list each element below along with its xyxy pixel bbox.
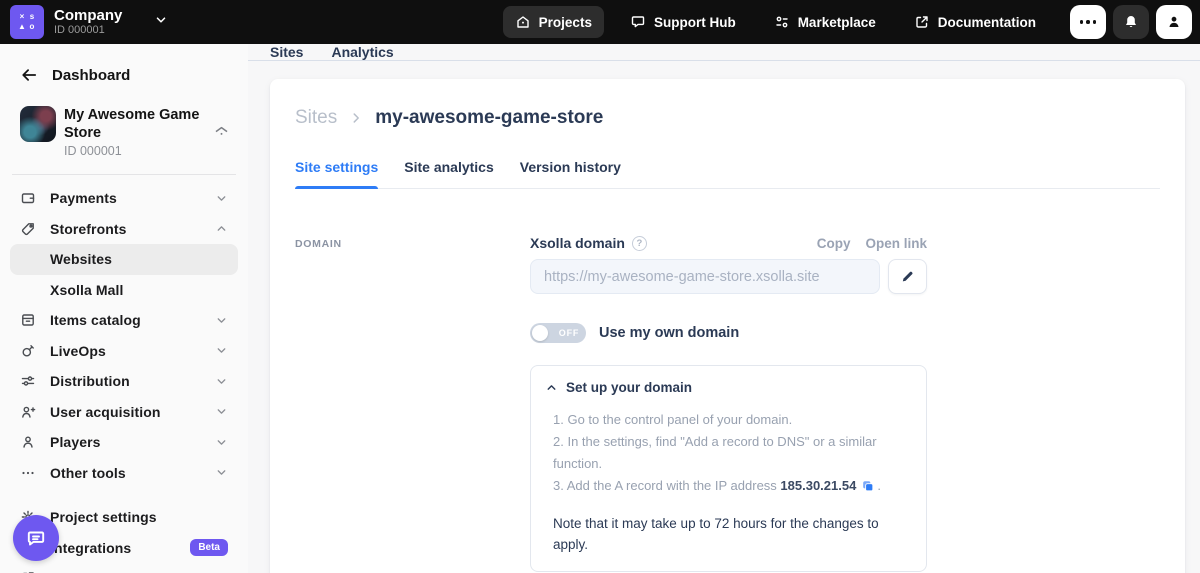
project-tile[interactable]: My Awesome Game Store ID 000001 <box>0 92 248 164</box>
setup-step-3: 3. Add the A record with the IP address … <box>553 475 914 497</box>
site-tabs: Site settings Site analytics Version his… <box>295 159 1160 189</box>
site-settings-card: Sites my-awesome-game-store Site setting… <box>270 79 1185 573</box>
copy-ip-icon[interactable] <box>861 479 875 493</box>
edit-domain-button[interactable] <box>888 259 927 294</box>
ellipsis-icon <box>20 465 36 481</box>
xsolla-logo-icon: ×s▲o <box>10 5 44 39</box>
company-id: ID 000001 <box>54 24 122 37</box>
setup-title: Set up your domain <box>566 380 692 395</box>
nav-marketplace[interactable]: Marketplace <box>762 6 888 38</box>
setup-domain-accordion: Set up your domain 1. Go to the control … <box>530 365 927 572</box>
help-icon[interactable]: ? <box>632 236 647 251</box>
own-domain-toggle[interactable]: OFF <box>530 323 586 343</box>
nav-documentation[interactable]: Documentation <box>902 6 1048 38</box>
domain-section-label: DOMAIN <box>295 235 530 572</box>
tag-icon <box>20 221 36 237</box>
project-name: My Awesome Game Store <box>64 106 204 142</box>
sidebar-item-xsolla-mall[interactable]: Xsolla Mall <box>10 275 238 306</box>
sidebar-item-items-catalog[interactable]: Items catalog <box>10 305 238 336</box>
chat-fab-button[interactable] <box>13 515 59 561</box>
back-to-dashboard[interactable]: Dashboard <box>0 44 248 92</box>
sliders-icon <box>20 373 36 389</box>
setup-step-1: 1. Go to the control panel of your domai… <box>553 409 914 431</box>
toggle-state-label: OFF <box>552 323 586 343</box>
home-icon <box>213 124 230 146</box>
topbar-actions <box>1070 5 1192 39</box>
sidebar-item-other-tools[interactable]: Other tools <box>10 458 238 489</box>
breadcrumb-sites[interactable]: Sites <box>295 107 337 129</box>
chevron-down-icon <box>215 436 228 449</box>
ellipsis-icon <box>1080 20 1084 24</box>
sidebar-item-distribution[interactable]: Distribution <box>10 366 238 397</box>
wallet-icon <box>20 190 36 206</box>
sliders-icon <box>774 14 790 30</box>
company-name: Company <box>54 7 122 24</box>
toggle-knob <box>532 325 548 341</box>
sidebar-item-sdk-for-unity[interactable]: SDK for Unity <box>10 563 238 573</box>
setup-steps: 1. Go to the control panel of your domai… <box>553 409 914 497</box>
nav-projects[interactable]: Projects <box>503 6 604 38</box>
tab-version-history[interactable]: Version history <box>520 159 621 188</box>
sidebar-item-players[interactable]: Players <box>10 427 238 458</box>
breadcrumb: Sites my-awesome-game-store <box>295 107 1160 129</box>
sidebar-item-websites[interactable]: Websites <box>10 244 238 275</box>
setup-step-2: 2. In the settings, find "Add a record t… <box>553 431 914 475</box>
tab-analytics[interactable]: Analytics <box>331 44 393 60</box>
chat-icon <box>630 14 646 30</box>
domain-section: DOMAIN Xsolla domain ? Copy Open link <box>295 235 1160 572</box>
box-icon <box>20 312 36 328</box>
chevron-down-icon <box>215 192 228 205</box>
tab-site-analytics[interactable]: Site analytics <box>404 159 494 188</box>
chevron-down-icon <box>215 466 228 479</box>
sidebar: Dashboard My Awesome Game Store ID 00000… <box>0 44 248 573</box>
xsolla-domain-label: Xsolla domain <box>530 235 625 251</box>
top-navigation: Projects Support Hub Marketplace Documen… <box>503 6 1048 38</box>
user-icon <box>1166 14 1182 30</box>
copy-link[interactable]: Copy <box>817 236 851 251</box>
more-button[interactable] <box>1070 5 1106 39</box>
setup-note: Note that it may take up to 72 hours for… <box>553 513 914 555</box>
home-icon <box>515 14 531 30</box>
project-avatar <box>20 106 56 142</box>
sidebar-divider <box>12 174 236 175</box>
chevron-right-icon <box>349 111 363 125</box>
sidebar-item-payments[interactable]: Payments <box>10 183 238 214</box>
chevron-up-icon <box>545 381 558 394</box>
breadcrumb-current: my-awesome-game-store <box>375 107 603 129</box>
open-link[interactable]: Open link <box>865 236 927 251</box>
chat-bubble-icon <box>24 526 48 550</box>
own-domain-label: Use my own domain <box>599 325 739 341</box>
arrow-left-icon <box>20 66 38 84</box>
external-link-icon <box>914 14 930 30</box>
account-button[interactable] <box>1156 5 1192 39</box>
chevron-down-icon[interactable] <box>154 13 168 32</box>
beta-badge: Beta <box>190 539 228 556</box>
company-selector[interactable]: ×s▲o Company ID 000001 <box>10 5 168 39</box>
notifications-button[interactable] <box>1113 5 1149 39</box>
nav-support-hub[interactable]: Support Hub <box>618 6 748 38</box>
topbar: ×s▲o Company ID 000001 Projects Support … <box>0 0 1200 44</box>
chevron-down-icon <box>215 314 228 327</box>
sidebar-item-user-acquisition[interactable]: User acquisition <box>10 397 238 428</box>
tab-sites[interactable]: Sites <box>270 44 303 60</box>
bell-icon <box>1123 14 1139 30</box>
chevron-down-icon <box>215 375 228 388</box>
user-icon <box>20 434 36 450</box>
pencil-icon <box>900 269 915 284</box>
chevron-up-icon <box>215 222 228 235</box>
tab-site-settings[interactable]: Site settings <box>295 159 378 188</box>
main-content: Sites Analytics Sites my-awesome-game-st… <box>248 44 1200 573</box>
chevron-down-icon <box>215 344 228 357</box>
project-id: ID 000001 <box>64 144 234 158</box>
bomb-icon <box>20 343 36 359</box>
user-plus-icon <box>20 404 36 420</box>
chevron-down-icon <box>215 405 228 418</box>
setup-accordion-header[interactable]: Set up your domain <box>543 378 914 395</box>
own-domain-toggle-row: OFF Use my own domain <box>530 323 927 343</box>
sidebar-item-liveops[interactable]: LiveOps <box>10 336 238 367</box>
ip-address: 185.30.21.54 <box>780 478 856 493</box>
xsolla-domain-input[interactable] <box>530 259 880 294</box>
workspace-tabs: Sites Analytics <box>248 44 1200 61</box>
sidebar-item-storefronts[interactable]: Storefronts <box>10 214 238 245</box>
